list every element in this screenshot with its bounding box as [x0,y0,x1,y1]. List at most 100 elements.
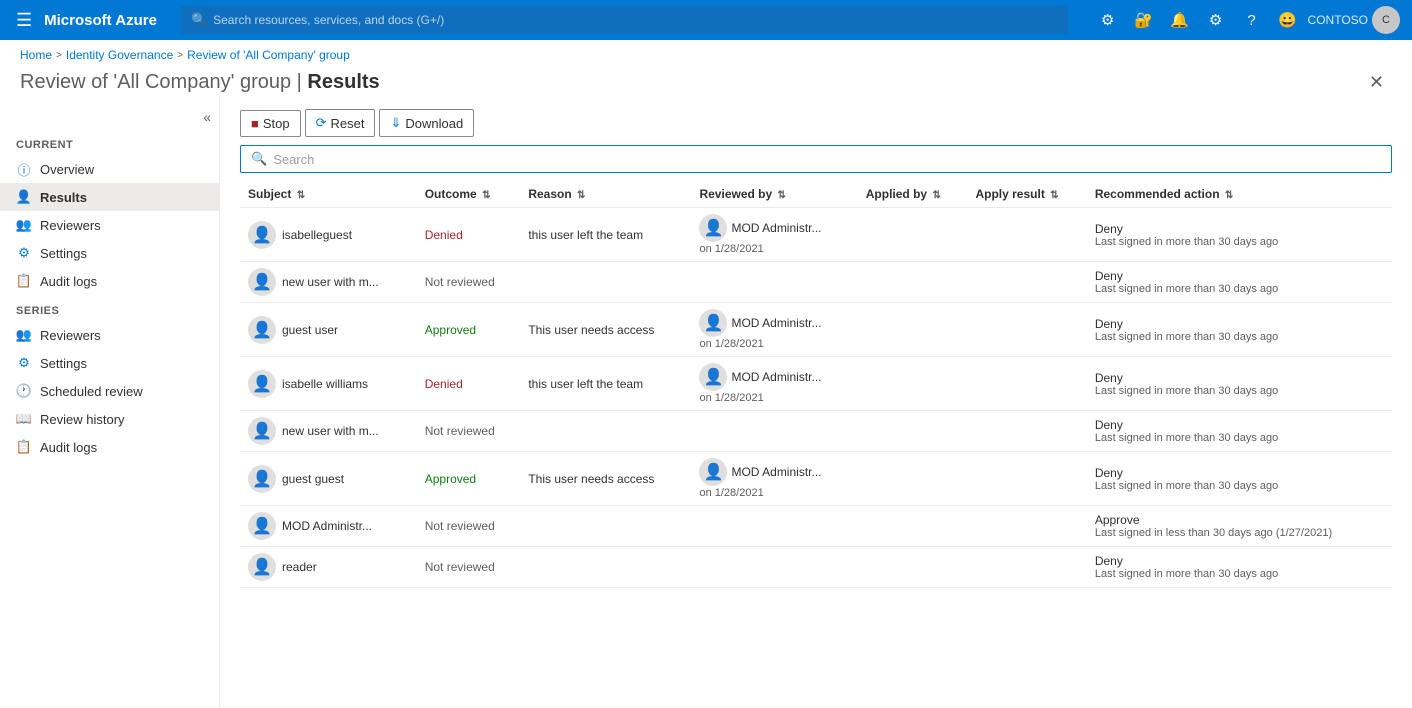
subject-name: new user with m... [282,424,379,438]
table-row: 👤 new user with m... Not reviewed Deny L… [240,262,1392,303]
main-layout: « Current ⓘ Overview 👤 Results 👥 Reviewe… [0,97,1412,708]
avatar[interactable]: C [1372,6,1400,34]
reviewed-by-date: on 1/28/2021 [699,243,849,255]
sort-icon-subject[interactable]: ⇅ [297,190,305,201]
rec-reason-value: Last signed in more than 30 days ago [1095,385,1384,397]
close-button[interactable]: ✕ [1361,68,1392,97]
sidebar-item-scheduled-review[interactable]: 🕐 Scheduled review [0,377,219,405]
feedback-icon[interactable]: 🔐 [1128,4,1160,36]
reason-value: this user left the team [528,228,643,242]
sidebar-item-results[interactable]: 👤 Results [0,183,219,211]
reason-value: This user needs access [528,472,654,486]
recommended-cell: Deny Last signed in more than 30 days ag… [1095,371,1384,397]
cloud-shell-icon[interactable]: ⚙ [1092,4,1124,36]
results-table: Subject ⇅ Outcome ⇅ Reason ⇅ Reviewed by… [240,181,1392,588]
reviewed-by-date: on 1/28/2021 [699,338,849,350]
search-bar[interactable]: 🔍 [240,145,1392,173]
sidebar-item-review-history-label: Review history [40,412,125,427]
gear-icon: ⚙ [16,245,32,261]
person-icon: 👤 [16,189,32,205]
recommended-cell: Deny Last signed in more than 30 days ag… [1095,317,1384,343]
sidebar-item-overview[interactable]: ⓘ Overview [0,155,219,183]
outcome-value: Not reviewed [425,424,495,438]
sidebar-item-series-settings[interactable]: ⚙ Settings [0,349,219,377]
rec-reason-value: Last signed in more than 30 days ago [1095,283,1384,295]
group-icon: 👥 [16,217,32,233]
sort-icon-applied[interactable]: ⇅ [932,190,940,201]
cell-outcome: Approved [417,303,521,357]
cell-outcome: Denied [417,357,521,411]
cell-reviewed-by [691,547,857,588]
search-input[interactable] [273,152,1381,167]
user-avatar: 👤 [248,316,276,344]
table-row: 👤 reader Not reviewed Deny Last signed i… [240,547,1392,588]
cell-outcome: Denied [417,208,521,262]
breadcrumb-review[interactable]: Review of 'All Company' group [187,48,350,62]
cell-reviewed-by: 👤 MOD Administr... on 1/28/2021 [691,303,857,357]
sidebar-item-settings[interactable]: ⚙ Settings [0,239,219,267]
cell-reason [520,262,691,303]
cell-recommended-action: Deny Last signed in more than 30 days ag… [1087,452,1392,506]
download-button[interactable]: ⇓ Download [379,109,474,137]
notifications-icon[interactable]: 🔔 [1164,4,1196,36]
breadcrumb-sep-2: > [177,50,183,61]
sidebar-item-reviewers[interactable]: 👥 Reviewers [0,211,219,239]
cell-outcome: Not reviewed [417,506,521,547]
clipboard-icon-2: 📋 [16,439,32,455]
subject-name: isabelle williams [282,377,368,391]
page-header: Home > Identity Governance > Review of '… [0,40,1412,97]
sort-icon-reason[interactable]: ⇅ [577,190,585,201]
col-reviewed-by: Reviewed by ⇅ [691,181,857,208]
user-avatar: 👤 [248,465,276,493]
gear-icon-2: ⚙ [16,355,32,371]
subject-name: new user with m... [282,275,379,289]
reviewed-by-name: 👤 MOD Administr... [699,309,849,337]
reviewer-name: MOD Administr... [731,370,821,384]
rec-reason-value: Last signed in more than 30 days ago [1095,236,1384,248]
sidebar-item-series-audit-logs-label: Audit logs [40,440,97,455]
search-bar-top[interactable]: 🔍 [181,6,1068,34]
sidebar-item-series-audit-logs[interactable]: 📋 Audit logs [0,433,219,461]
cell-apply-result [967,303,1086,357]
reviewed-by-cell: 👤 MOD Administr... on 1/28/2021 [699,458,849,499]
help-icon[interactable]: ? [1236,4,1268,36]
sort-icon-recommended[interactable]: ⇅ [1225,190,1233,201]
page-title-row: Review of 'All Company' group | Results … [20,68,1392,97]
sort-icon-apply-result[interactable]: ⇅ [1050,190,1058,201]
breadcrumb-identity-governance[interactable]: Identity Governance [66,48,173,62]
stop-button[interactable]: ■ Stop [240,110,301,137]
current-section-label: Current [0,129,219,155]
recommended-cell: Deny Last signed in more than 30 days ag… [1095,554,1384,580]
outcome-value: Approved [425,472,476,486]
cell-reviewed-by [691,411,857,452]
user-cell: 👤 MOD Administr... [248,512,409,540]
outcome-value: Denied [425,377,463,391]
sidebar-item-series-reviewers[interactable]: 👥 Reviewers [0,321,219,349]
sidebar-item-review-history[interactable]: 📖 Review history [0,405,219,433]
sort-icon-reviewed[interactable]: ⇅ [778,190,786,201]
subject-name: isabelleguest [282,228,352,242]
reviewer-name: MOD Administr... [731,316,821,330]
history-icon: 📖 [16,411,32,427]
settings-icon[interactable]: ⚙ [1200,4,1232,36]
reviewer-avatar: 👤 [699,214,727,242]
menu-icon[interactable]: ☰ [12,6,36,35]
breadcrumb-home[interactable]: Home [20,48,52,62]
reset-button[interactable]: ⟳ Reset [305,109,376,137]
cell-applied-by [858,357,968,411]
sort-icon-outcome[interactable]: ⇅ [482,190,490,201]
cell-reason: This user needs access [520,452,691,506]
col-recommended-action: Recommended action ⇅ [1087,181,1392,208]
sidebar-item-scheduled-review-label: Scheduled review [40,384,143,399]
clock-icon: 🕐 [16,383,32,399]
header-area: Home > Identity Governance > Review of '… [0,40,1412,97]
cell-subject: 👤 isabelleguest [240,208,417,262]
sidebar-collapse-button[interactable]: « [0,105,219,129]
cell-applied-by [858,452,968,506]
subject-name: reader [282,560,317,574]
cell-subject: 👤 new user with m... [240,262,417,303]
search-input-top[interactable] [213,13,1057,27]
user-menu-icon[interactable]: 😀 [1272,4,1304,36]
sidebar-item-audit-logs[interactable]: 📋 Audit logs [0,267,219,295]
cell-recommended-action: Deny Last signed in more than 30 days ag… [1087,547,1392,588]
